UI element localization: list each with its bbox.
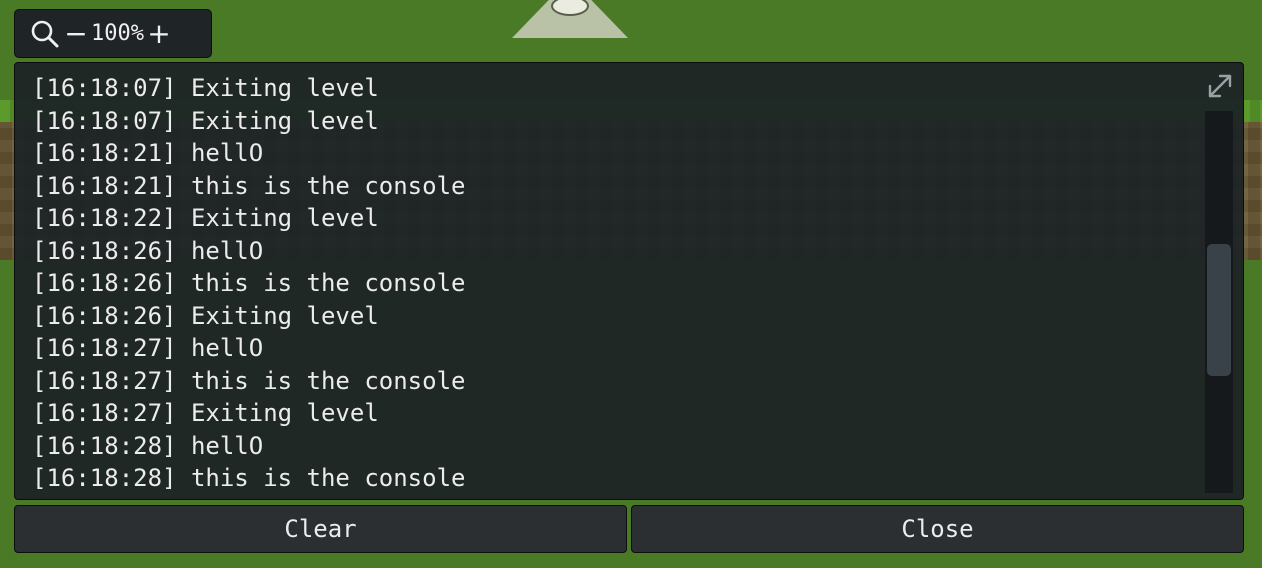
scrollbar-thumb[interactable]	[1207, 244, 1231, 376]
log-line: [16:18:07] Exiting level	[32, 106, 379, 135]
expand-icon[interactable]	[1205, 71, 1235, 101]
log-line: [16:18:28] hellO	[32, 431, 264, 460]
log-line: [16:18:21] hellO	[32, 139, 264, 167]
zoom-out-button[interactable]: −	[63, 17, 89, 50]
log-line: [16:18:22] Exiting level	[32, 204, 379, 232]
log-line: [16:18:26] this is the console	[32, 269, 466, 297]
log-line: [16:18:28] this is the console	[32, 464, 466, 492]
log-line: [16:18:07] Exiting level	[32, 74, 379, 102]
console-scrollbar[interactable]	[1205, 111, 1233, 493]
zoom-in-button[interactable]: +	[146, 17, 172, 50]
search-icon[interactable]	[29, 18, 61, 50]
clear-button[interactable]: Clear	[14, 505, 627, 553]
console-log[interactable]: [16:18:07] Exiting level [16:18:07] Exit…	[32, 72, 1202, 492]
close-button[interactable]: Close	[631, 505, 1244, 553]
zoom-level: 100%	[91, 21, 144, 46]
log-line: [16:18:26] Exiting level	[32, 301, 379, 330]
console-panel: [16:18:07] Exiting level [16:18:07] Exit…	[14, 62, 1244, 500]
log-line: [16:18:27] Exiting level	[32, 399, 379, 427]
zoom-widget: − 100% +	[14, 9, 212, 58]
log-line: [16:18:27] this is the console	[32, 366, 466, 395]
log-line: [16:18:21] this is the console	[32, 171, 466, 200]
log-line: [16:18:27] hellO	[32, 334, 264, 362]
log-line: [16:18:26] hellO	[32, 236, 264, 265]
